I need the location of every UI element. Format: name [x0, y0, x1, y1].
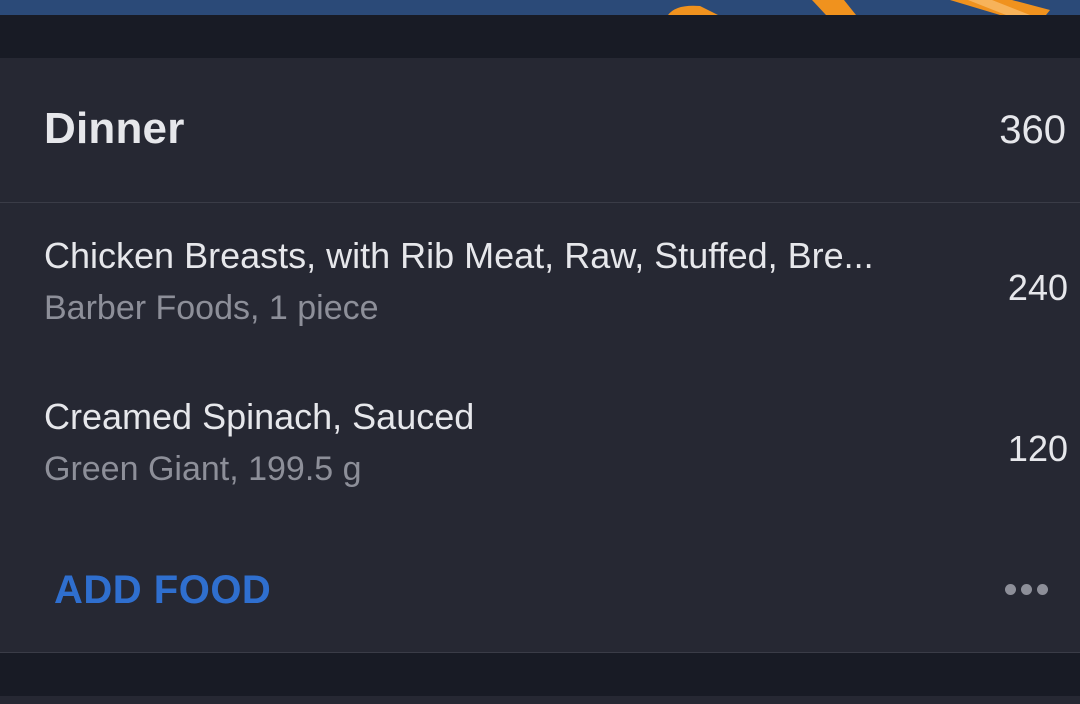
food-detail: Green Giant, 199.5 g: [44, 450, 362, 488]
meal-header[interactable]: Dinner 360: [0, 58, 1080, 203]
more-horizontal-icon[interactable]: [996, 574, 1056, 604]
food-detail: Barber Foods, 1 piece: [44, 289, 379, 327]
meal-card-dinner: Dinner 360 Chicken Breasts, with Rib Mea…: [0, 58, 1080, 653]
add-food-button[interactable]: ADD FOOD: [54, 568, 271, 613]
more-dot: [1036, 583, 1048, 595]
food-calories: 240: [1007, 267, 1068, 308]
section-gap: [0, 653, 1080, 696]
more-dot: [1004, 583, 1016, 595]
meal-title: Dinner: [44, 104, 185, 153]
banner-artwork: [668, 0, 1050, 15]
food-name: Chicken Breasts, with Rib Meat, Raw, Stu…: [44, 235, 874, 276]
section-gap: [0, 15, 1080, 58]
food-name: Creamed Spinach, Sauced: [44, 396, 475, 437]
top-banner-image: [0, 0, 1080, 15]
food-calories: 120: [1007, 428, 1068, 469]
next-meal-card-edge: [0, 696, 1080, 704]
food-entry[interactable]: Creamed Spinach, Sauced Green Giant, 199…: [0, 364, 1080, 524]
meal-total-calories: 360: [999, 108, 1066, 152]
food-entry[interactable]: Chicken Breasts, with Rib Meat, Raw, Stu…: [0, 203, 1080, 363]
more-dot: [1020, 583, 1032, 595]
